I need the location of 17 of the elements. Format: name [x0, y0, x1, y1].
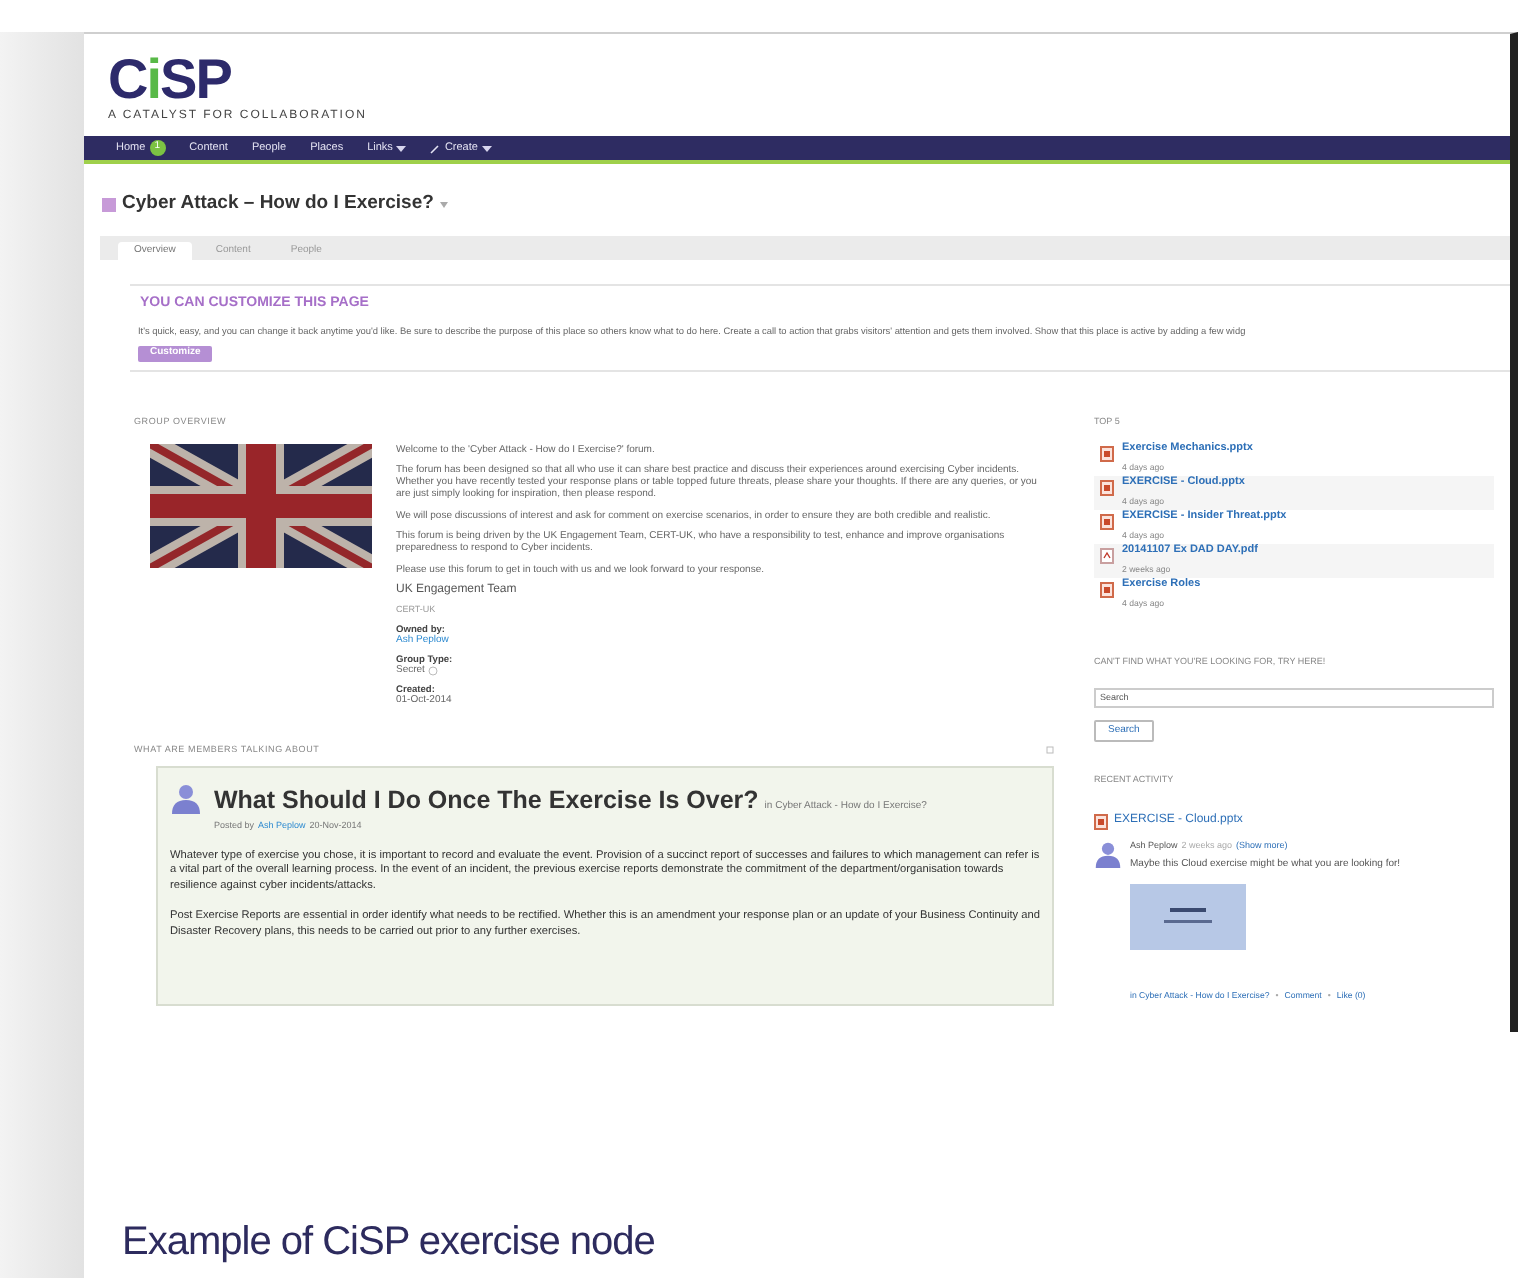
caret-icon [396, 145, 407, 151]
page-title: Cyber Attack – How do I Exercise? [122, 190, 434, 218]
avatar-icon [1094, 840, 1122, 869]
presentation-file-icon [1100, 582, 1114, 599]
presentation-file-icon [1094, 814, 1108, 831]
place-icon [102, 197, 116, 212]
caret-icon [439, 201, 448, 208]
pdf-file-icon [1100, 548, 1114, 565]
avatar-icon [170, 782, 202, 815]
slide-thumbnail [1130, 884, 1246, 951]
discussion-title[interactable]: What Should I Do Once The Exercise Is Over? [214, 782, 759, 821]
caption: Example of CiSP exercise node [122, 1218, 655, 1268]
pencil-icon [430, 143, 441, 153]
info-icon [428, 666, 439, 677]
caret-icon [481, 145, 492, 151]
settings-icon [1046, 745, 1054, 754]
logo: CiSP [108, 54, 231, 106]
